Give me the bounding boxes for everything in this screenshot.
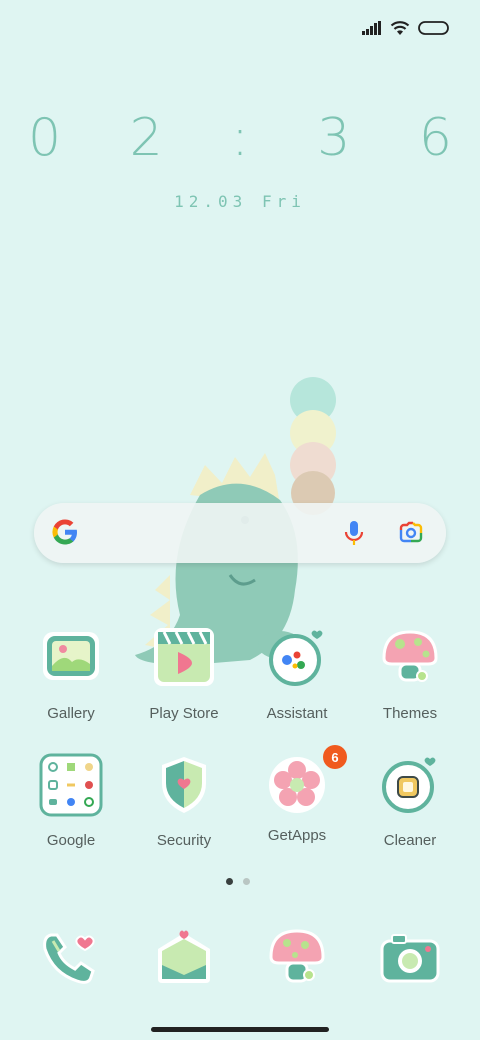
clock-date[interactable]: 12.03 Fri — [0, 192, 480, 211]
shield-icon — [162, 757, 206, 813]
assistant-icon — [269, 630, 323, 686]
signal-icon — [362, 21, 381, 35]
google-search-bar[interactable] — [34, 503, 446, 563]
app-play-store[interactable]: Play Store — [128, 626, 240, 722]
cleaner-icon — [382, 757, 436, 813]
mushroom-browser-icon[interactable] — [265, 925, 329, 989]
app-label-getapps: GetApps — [267, 827, 327, 844]
gallery-icon — [43, 632, 99, 680]
home-gesture-bar[interactable] — [151, 1027, 329, 1032]
wifi-icon — [390, 21, 410, 35]
status-bar — [362, 14, 450, 42]
clock-time[interactable]: 0 2 : 3 6 — [0, 108, 480, 168]
google-logo-icon[interactable] — [50, 517, 80, 547]
mic-icon[interactable] — [342, 519, 366, 547]
app-label-themes: Themes — [382, 705, 438, 722]
messages-envelope-icon[interactable] — [152, 925, 216, 989]
play-store-icon — [154, 628, 214, 686]
page-indicator — [226, 878, 250, 885]
page-dot-2 — [243, 878, 250, 885]
camera-icon[interactable] — [378, 925, 442, 989]
battery-icon — [418, 21, 449, 35]
app-label-cleaner: Cleaner — [383, 832, 437, 849]
app-themes[interactable]: Themes — [354, 626, 466, 722]
app-gallery[interactable]: Gallery — [15, 626, 127, 722]
page-dot-1 — [226, 878, 233, 885]
mushroom-icon — [382, 630, 438, 682]
app-label-gallery: Gallery — [47, 705, 95, 722]
app-google-folder[interactable]: Google — [15, 753, 127, 849]
app-cleaner[interactable]: Cleaner — [354, 753, 466, 849]
app-getapps[interactable]: 6 GetApps — [241, 745, 353, 844]
flower-icon — [269, 757, 325, 813]
app-label-assistant: Assistant — [266, 705, 328, 722]
app-label-security: Security — [156, 832, 212, 849]
lens-camera-icon[interactable] — [398, 521, 424, 545]
app-label-google: Google — [46, 832, 96, 849]
app-label-play-store: Play Store — [149, 705, 219, 722]
phone-icon[interactable] — [39, 925, 103, 989]
app-assistant[interactable]: Assistant — [241, 626, 353, 722]
google-folder-icon — [39, 753, 103, 817]
notification-badge: 6 — [323, 745, 347, 769]
app-security[interactable]: Security — [128, 753, 240, 849]
